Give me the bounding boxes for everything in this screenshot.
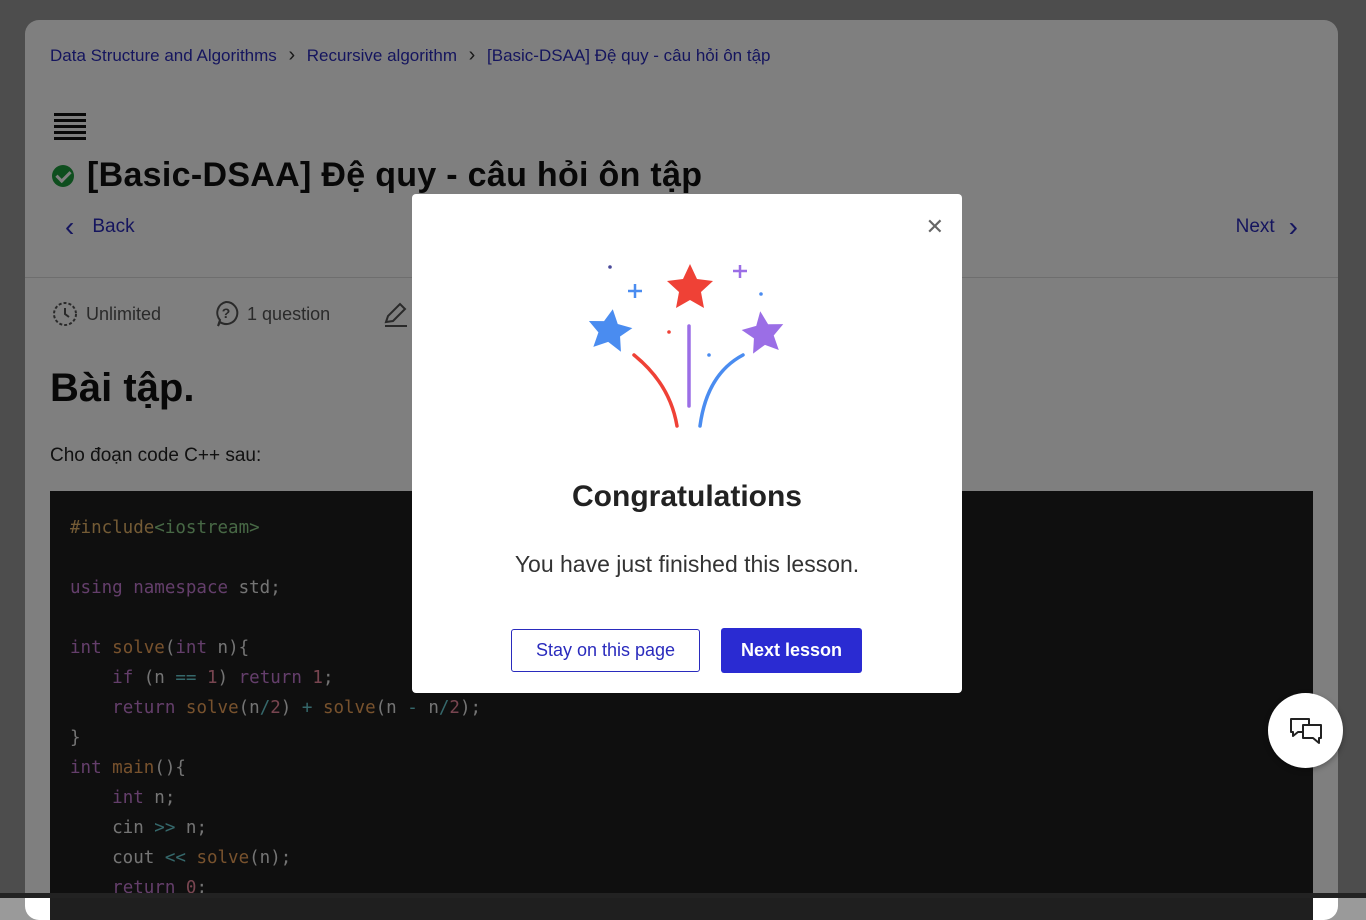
modal-title: Congratulations bbox=[572, 480, 802, 513]
congratulations-modal: ✕ Congratulations You have just finished… bbox=[412, 194, 962, 693]
stay-on-page-button[interactable]: Stay on this page bbox=[511, 629, 700, 672]
chat-icon bbox=[1289, 717, 1322, 744]
modal-message: You have just finished this lesson. bbox=[514, 551, 860, 577]
close-icon[interactable]: ✕ bbox=[926, 216, 944, 238]
chat-button[interactable] bbox=[1268, 693, 1343, 768]
fireworks-illustration bbox=[588, 264, 784, 428]
next-lesson-button[interactable]: Next lesson bbox=[721, 628, 862, 673]
window-bottom-edge bbox=[0, 893, 1366, 898]
modal-actions: Stay on this page Next lesson bbox=[511, 628, 862, 673]
